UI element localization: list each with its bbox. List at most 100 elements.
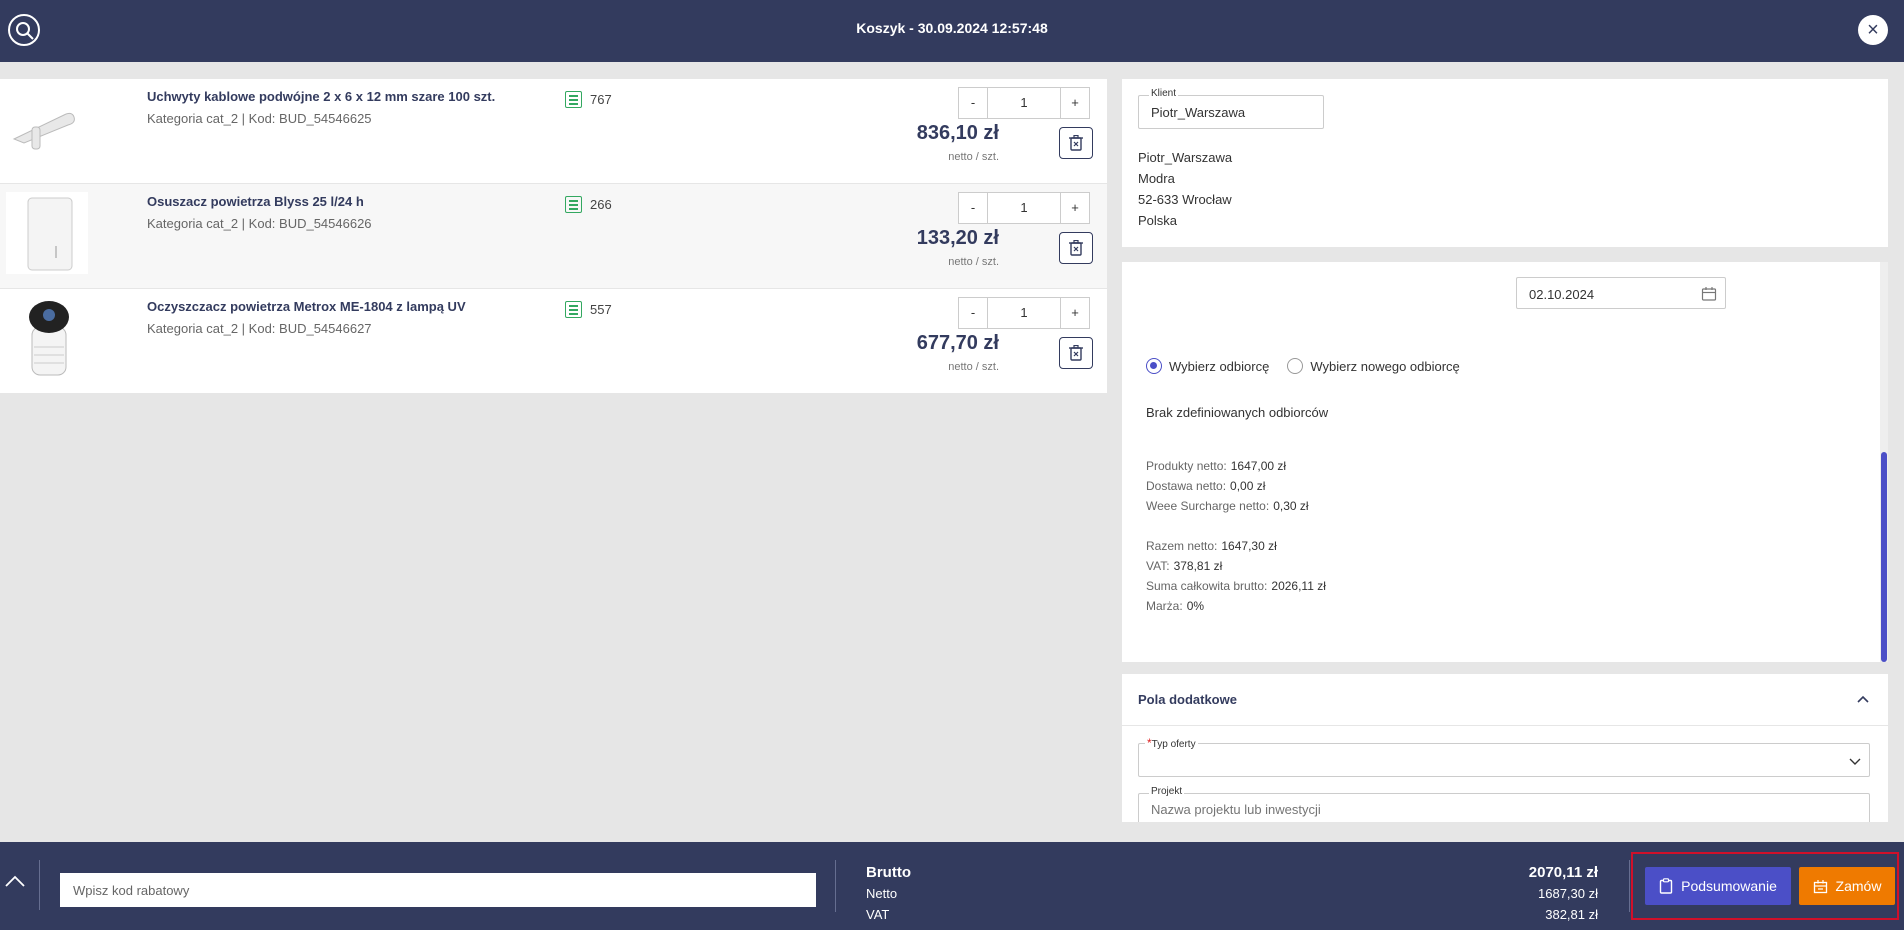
radio-label: Wybierz odbiorcę: [1169, 358, 1270, 374]
address-line: 52-633 Wrocław: [1138, 192, 1232, 207]
quantity-input[interactable]: 1: [988, 87, 1060, 119]
delivery-date-field[interactable]: 02.10.2024: [1516, 277, 1726, 309]
client-label: Klient: [1149, 88, 1179, 99]
product-meta: Kategoria cat_2 | Kod: BUD_54546625: [147, 111, 372, 126]
stock-list-icon: [565, 301, 582, 318]
calendar-icon[interactable]: [1701, 286, 1717, 302]
net-value: 1687,30 zł: [1538, 886, 1598, 901]
product-row: Osuszacz powietrza Blyss 25 l/24 h Kateg…: [0, 184, 1107, 289]
scrollbar-thumb[interactable]: [1881, 452, 1887, 662]
product-row: Oczyszczacz powietrza Metrox ME-1804 z l…: [0, 289, 1107, 394]
client-field[interactable]: Klient Piotr_Warszawa: [1138, 88, 1324, 129]
footer-divider: [1629, 860, 1630, 912]
order-button-label: Zamów: [1835, 878, 1882, 894]
decrease-quantity-button[interactable]: -: [958, 192, 988, 224]
extra-fields-title: Pola dodatkowe: [1138, 692, 1237, 707]
vat-label: VAT: [866, 907, 890, 922]
summary-button-label: Podsumowanie: [1681, 878, 1777, 894]
summary-line-products: Produkty netto: 1647,00 zł: [1146, 459, 1287, 473]
product-meta: Kategoria cat_2 | Kod: BUD_54546627: [147, 321, 372, 336]
product-name[interactable]: Uchwyty kablowe podwójne 2 x 6 x 12 mm s…: [147, 89, 495, 104]
trash-icon: [1069, 135, 1083, 151]
gross-value: 2070,11 zł: [1528, 864, 1598, 881]
decrease-quantity-button[interactable]: -: [958, 87, 988, 119]
stock-indicator: 767: [565, 91, 612, 108]
stock-list-icon: [565, 196, 582, 213]
delivery-date-value: 02.10.2024: [1529, 287, 1595, 302]
project-field: Projekt: [1138, 786, 1870, 822]
project-label: Projekt: [1149, 786, 1185, 797]
order-button[interactable]: Zamów: [1799, 867, 1895, 905]
offer-type-label: *Typ oferty: [1145, 736, 1198, 750]
right-panel-scrollbar[interactable]: [1880, 262, 1888, 662]
address-line: Modra: [1138, 171, 1175, 186]
product-price: 677,70 zł: [916, 332, 999, 354]
delete-product-button[interactable]: [1059, 232, 1093, 264]
chevron-down-icon: [1849, 758, 1861, 765]
close-button[interactable]: ×: [1858, 15, 1888, 45]
order-summary: Produkty netto: 1647,00 zł Dostawa netto:…: [1146, 456, 1326, 616]
price-unit: netto / szt.: [948, 151, 999, 163]
quantity-input[interactable]: 1: [988, 297, 1060, 329]
delete-product-button[interactable]: [1059, 337, 1093, 369]
quantity-stepper: - 1 +: [958, 192, 1090, 224]
close-icon: ×: [1867, 19, 1879, 41]
clipboard-icon: [1659, 878, 1673, 894]
product-name[interactable]: Osuszacz powietrza Blyss 25 l/24 h: [147, 194, 364, 209]
product-row: Uchwyty kablowe podwójne 2 x 6 x 12 mm s…: [0, 79, 1107, 184]
client-address: Piotr_Warszawa Modra 52-633 Wrocław Pols…: [1138, 147, 1232, 231]
client-value: Piotr_Warszawa: [1151, 105, 1246, 120]
increase-quantity-button[interactable]: +: [1060, 87, 1090, 119]
collapse-footer-button[interactable]: [0, 860, 40, 910]
project-input[interactable]: [1151, 802, 1851, 817]
stock-count: 767: [590, 92, 612, 107]
summary-line-weee: Weee Surcharge netto: 0,30 zł: [1146, 499, 1309, 513]
vat-value: 382,81 zł: [1545, 907, 1598, 922]
chevron-up-icon: [5, 875, 25, 887]
product-image: [6, 192, 88, 274]
cart-footer: Brutto Netto VAT 2070,11 zł 1687,30 zł 3…: [0, 842, 1904, 930]
price-unit: netto / szt.: [948, 256, 999, 268]
extra-fields-header[interactable]: Pola dodatkowe: [1122, 674, 1888, 726]
trash-icon: [1069, 240, 1083, 256]
address-line: Polska: [1138, 213, 1178, 228]
radio-existing-recipient[interactable]: Wybierz odbiorcę: [1146, 358, 1269, 374]
delete-product-button[interactable]: [1059, 127, 1093, 159]
trash-icon: [1069, 345, 1083, 361]
totals-values: 2070,11 zł 1687,30 zł 382,81 zł: [1529, 862, 1598, 925]
summary-line-gross: Suma całkowita brutto: 2026,11 zł: [1146, 579, 1326, 593]
summary-line-total-net: Razem netto: 1647,30 zł: [1146, 539, 1277, 553]
extra-fields-card: Pola dodatkowe *Typ oferty Projekt: [1122, 674, 1888, 822]
no-recipients-text: Brak zdefiniowanych odbiorców: [1146, 405, 1329, 420]
summary-line-delivery: Dostawa netto: 0,00 zł: [1146, 479, 1266, 493]
totals-labels: Brutto Netto VAT: [866, 862, 911, 925]
gross-label: Brutto: [866, 864, 911, 881]
stock-indicator: 557: [565, 301, 612, 318]
recipient-choice: Wybierz odbiorcę Wybierz nowego odbiorcę: [1146, 358, 1460, 374]
product-list: Uchwyty kablowe podwójne 2 x 6 x 12 mm s…: [0, 79, 1107, 394]
quantity-stepper: - 1 +: [958, 87, 1090, 119]
coupon-code-input[interactable]: [60, 873, 816, 907]
product-meta: Kategoria cat_2 | Kod: BUD_54546626: [147, 216, 372, 231]
stock-list-icon: [565, 91, 582, 108]
quantity-stepper: - 1 +: [958, 297, 1090, 329]
increase-quantity-button[interactable]: +: [1060, 192, 1090, 224]
chevron-up-icon[interactable]: [1856, 692, 1870, 706]
increase-quantity-button[interactable]: +: [1060, 297, 1090, 329]
radio-selected-icon: [1146, 358, 1162, 374]
product-price: 133,20 zł: [916, 227, 999, 249]
stock-indicator: 266: [565, 196, 612, 213]
stock-count: 557: [590, 302, 612, 317]
quantity-input[interactable]: 1: [988, 192, 1060, 224]
summary-line-margin: Marża: 0%: [1146, 599, 1205, 613]
net-label: Netto: [866, 886, 898, 901]
offer-type-select[interactable]: *Typ oferty: [1138, 736, 1870, 777]
radio-label: Wybierz nowego odbiorcę: [1310, 358, 1460, 374]
decrease-quantity-button[interactable]: -: [958, 297, 988, 329]
product-name[interactable]: Oczyszczacz powietrza Metrox ME-1804 z l…: [147, 299, 466, 314]
summary-button[interactable]: Podsumowanie: [1645, 867, 1791, 905]
radio-new-recipient[interactable]: Wybierz nowego odbiorcę: [1287, 358, 1460, 374]
footer-divider: [835, 860, 836, 912]
stock-count: 266: [590, 197, 612, 212]
address-line: Piotr_Warszawa: [1138, 150, 1233, 165]
